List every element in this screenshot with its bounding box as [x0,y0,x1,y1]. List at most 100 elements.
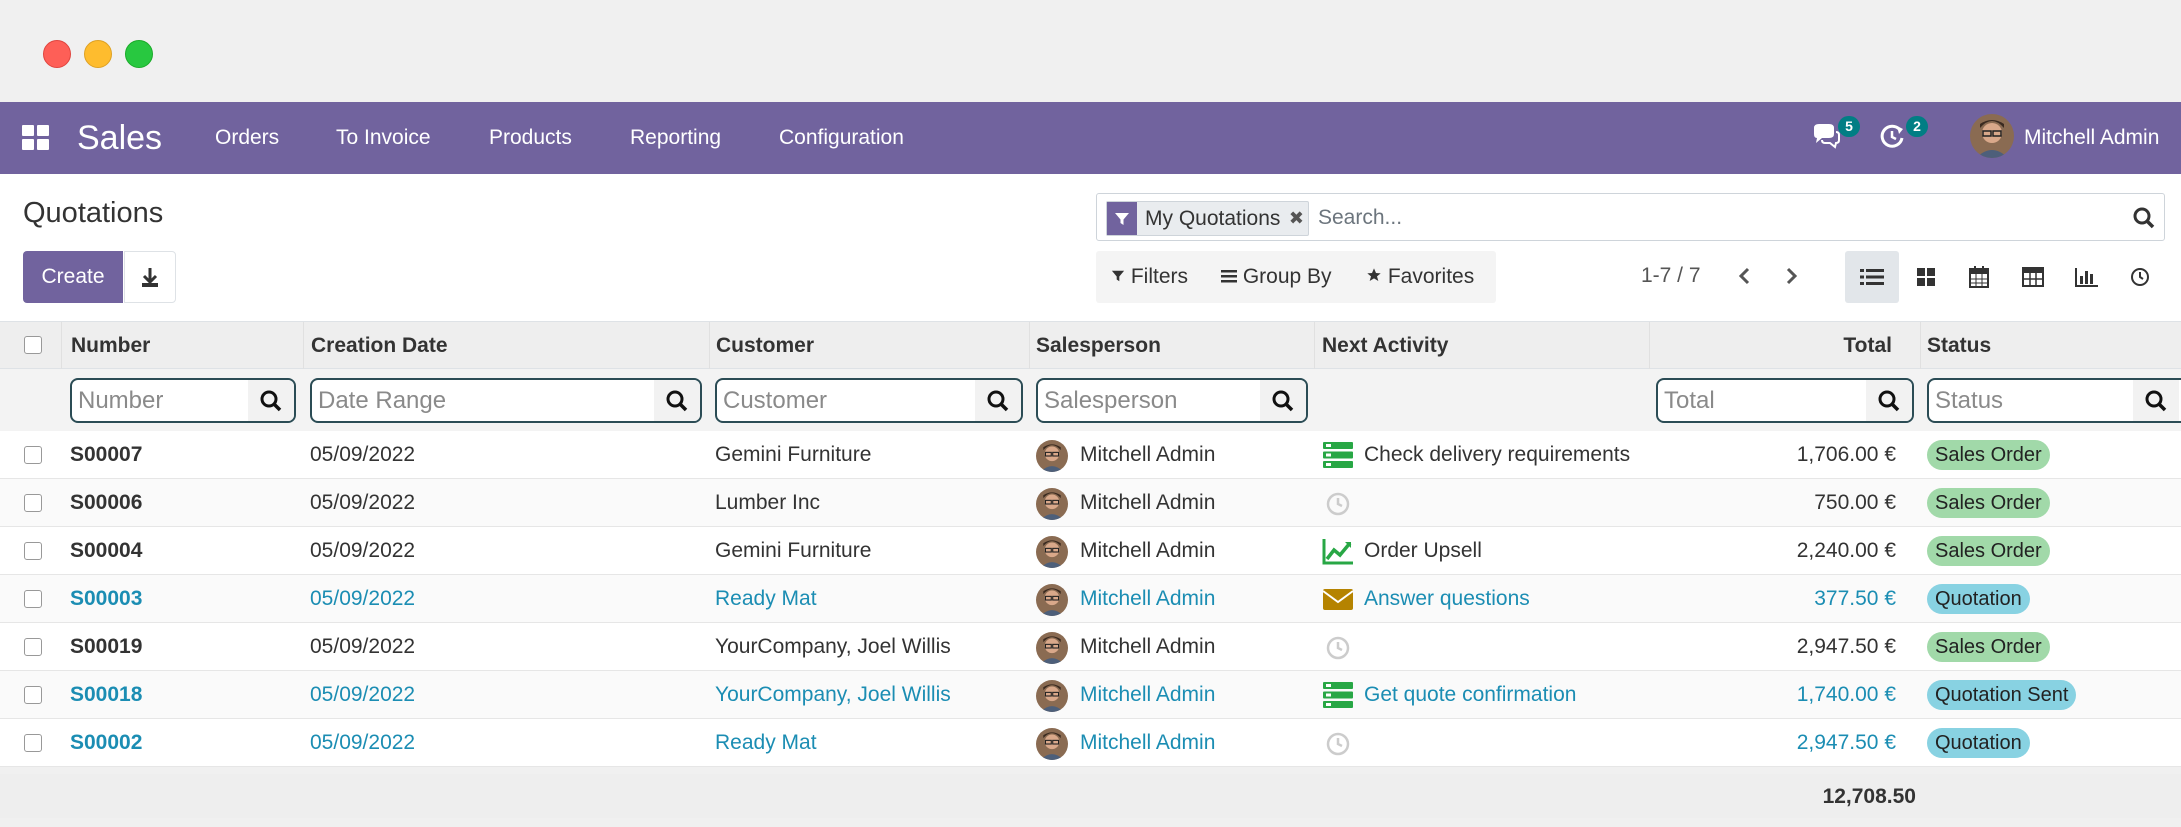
row-checkbox[interactable] [24,494,42,512]
menu-orders[interactable]: Orders [215,124,279,152]
window-maximize-button[interactable] [125,40,153,68]
table-row[interactable]: S00006 05/09/2022 Lumber Inc Mitchell Admin… [0,479,2181,527]
chart-line-icon[interactable] [1322,537,1354,565]
menu-to-invoice[interactable]: To Invoice [336,124,431,152]
menu-reporting[interactable]: Reporting [630,124,721,152]
pager-value[interactable]: 1-7 / 7 [1641,262,1701,290]
header-salesperson[interactable]: Salesperson [1036,333,1161,359]
order-total: 377.50 € [1814,587,1896,610]
user-avatar[interactable] [1970,114,2014,158]
kanban-icon [1917,268,1935,286]
window-close-button[interactable] [43,40,71,68]
envelope-icon[interactable] [1322,585,1354,613]
row-checkbox[interactable] [24,542,42,560]
total-filter[interactable] [1656,378,1914,423]
order-total: 2,947.50 € [1796,635,1896,658]
search-icon[interactable] [975,380,1021,421]
table-footer: 12,708.50 [0,774,2181,818]
header-number[interactable]: Number [71,333,150,359]
table-row[interactable]: S00004 05/09/2022 Gemini Furniture Mitchell… [0,527,2181,575]
export-button[interactable] [124,251,176,303]
window-minimize-button[interactable] [84,40,112,68]
customer-filter[interactable] [715,378,1023,423]
row-checkbox[interactable] [24,686,42,704]
search-icon[interactable] [1260,380,1306,421]
user-name[interactable]: Mitchell Admin [2024,124,2159,152]
order-total: 2,947.50 € [1796,731,1896,754]
total-filter-input[interactable] [1664,380,1864,421]
creation-date: 05/09/2022 [310,539,416,562]
table-row[interactable]: S00002 05/09/2022 Ready Mat Mitchell Admin 2… [0,719,2181,767]
graph-view-button[interactable] [2060,251,2114,303]
bar-chart-icon [2075,268,2098,287]
header-status[interactable]: Status [1927,333,1991,359]
header-total[interactable]: Total [1726,333,1892,359]
activity-view-button[interactable] [2113,251,2167,303]
select-all-checkbox[interactable] [24,336,42,354]
header-customer[interactable]: Customer [716,333,814,359]
remove-facet-icon[interactable]: ✖ [1284,202,1308,235]
status-badge: Quotation [1927,584,2030,614]
pager-next-button[interactable] [1781,262,1805,290]
list-view-button[interactable] [1845,251,1899,303]
grand-total: 12,708.50 [1822,785,1916,808]
order-number: S00003 [70,587,143,610]
customer-filter-input[interactable] [723,380,973,421]
apps-menu-icon[interactable] [22,125,50,151]
favorites-dropdown[interactable]: Favorites [1366,263,1474,291]
order-total: 2,240.00 € [1796,539,1896,562]
search-icon[interactable] [248,380,294,421]
salesperson-filter[interactable] [1036,378,1308,423]
calendar-view-button[interactable] [1952,251,2006,303]
create-button[interactable]: Create [23,251,123,303]
table-row[interactable]: S00018 05/09/2022 YourCompany, Joel Willis… [0,671,2181,719]
row-checkbox[interactable] [24,734,42,752]
order-total: 750.00 € [1814,491,1896,514]
number-filter[interactable] [70,378,296,423]
clock-icon[interactable] [1322,489,1354,517]
status-badge: Sales Order [1927,488,2050,518]
search-input[interactable] [1318,202,2088,234]
salesperson-filter-input[interactable] [1044,380,1259,421]
row-checkbox[interactable] [24,638,42,656]
menu-products[interactable]: Products [489,124,572,152]
menu-configuration[interactable]: Configuration [779,124,904,152]
pager-previous-button[interactable] [1735,262,1759,290]
salesperson-name: Mitchell Admin [1080,731,1216,754]
tasks-icon[interactable] [1322,681,1354,709]
app-name[interactable]: Sales [77,116,162,160]
creation-date-filter-input[interactable] [318,380,648,421]
table-row[interactable]: S00019 05/09/2022 YourCompany, Joel Willis… [0,623,2181,671]
search-icon[interactable] [1866,380,1912,421]
row-checkbox[interactable] [24,590,42,608]
creation-date: 05/09/2022 [310,587,416,610]
salesperson-name: Mitchell Admin [1080,587,1216,610]
creation-date-filter[interactable] [310,378,702,423]
table-row[interactable]: S00003 05/09/2022 Ready Mat Mitchell Admin A… [0,575,2181,623]
clock-icon[interactable] [1322,633,1354,661]
clock-icon[interactable] [1322,729,1354,757]
header-creation-date[interactable]: Creation Date [311,333,448,359]
search-icon[interactable] [654,380,700,421]
number-filter-input[interactable] [78,380,248,421]
groupby-dropdown[interactable]: Group By [1221,263,1332,291]
kanban-view-button[interactable] [1899,251,1953,303]
status-filter[interactable] [1927,378,2181,423]
pivot-view-button[interactable] [2006,251,2060,303]
search-icon[interactable] [2133,380,2179,421]
view-switcher [1845,251,2166,303]
header-next-activity[interactable]: Next Activity [1322,333,1448,359]
filters-dropdown[interactable]: Filters [1111,263,1188,291]
table-row[interactable]: S00007 05/09/2022 Gemini Furniture Mitchell… [0,431,2181,479]
activities-icon[interactable]: 2 [1878,116,1928,156]
tasks-icon[interactable] [1322,441,1354,469]
salesperson-name: Mitchell Admin [1080,539,1216,562]
search-icon[interactable] [2132,206,2156,230]
star-icon [1367,268,1381,281]
messages-icon[interactable]: 5 [1810,116,1860,156]
filter-facet-icon [1107,202,1137,235]
search-bar[interactable]: My Quotations ✖ [1096,193,2165,241]
chevron-left-icon [1738,267,1750,285]
status-filter-input[interactable] [1935,380,2125,421]
row-checkbox[interactable] [24,446,42,464]
